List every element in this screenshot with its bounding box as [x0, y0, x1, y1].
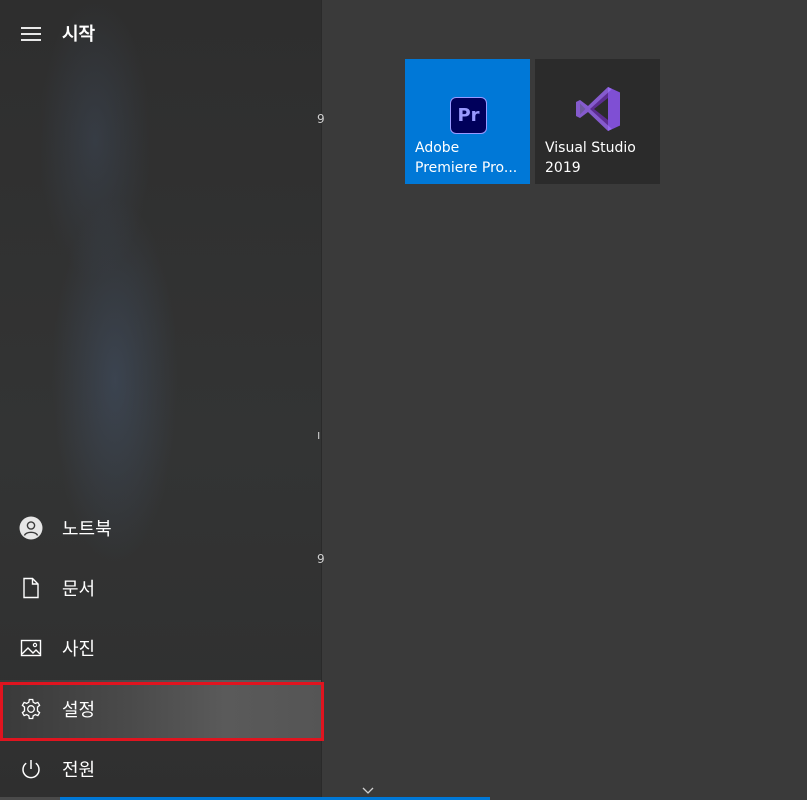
app-list-edge-glyph: 9: [317, 552, 325, 566]
chevron-down-icon[interactable]: [361, 785, 375, 797]
nav-item-settings[interactable]: 설정: [0, 680, 321, 738]
tile-label: Visual Studio 2019: [545, 140, 636, 176]
nav-item-label: 전원: [62, 760, 96, 781]
nav-item-power[interactable]: 전원: [0, 740, 321, 798]
document-icon: [19, 576, 43, 600]
nav-item-label: 노트북: [62, 519, 112, 540]
premiere-pro-icon: Pr: [450, 97, 487, 134]
nav-item-account[interactable]: 노트북: [0, 499, 321, 557]
nav-item-label: 설정: [62, 700, 96, 721]
nav-item-documents[interactable]: 문서: [0, 559, 321, 617]
power-icon: [19, 757, 43, 781]
user-account-icon: [19, 516, 43, 540]
gear-icon: [19, 697, 43, 721]
app-list-edge-glyph: 9: [317, 112, 325, 126]
hamburger-menu-icon[interactable]: [21, 27, 41, 41]
nav-item-label: 사진: [62, 639, 96, 660]
nav-item-pictures[interactable]: 사진: [0, 619, 321, 677]
visual-studio-icon: [576, 87, 620, 131]
nav-item-label: 문서: [62, 579, 96, 600]
start-nav-pane: 시작 노트북 문서 사진 설정 전원: [0, 0, 322, 800]
tile-adobe-premiere-pro[interactable]: Pr Adobe Premiere Pro...: [405, 59, 530, 184]
start-title: 시작: [62, 24, 96, 45]
tile-label: Adobe Premiere Pro...: [415, 140, 518, 176]
start-menu: 시작 노트북 문서 사진 설정 전원 9 ı 9 Pr Adobe Premie…: [0, 0, 807, 800]
app-list-edge-glyph: ı: [317, 428, 321, 442]
pictures-icon: [19, 636, 43, 660]
tile-visual-studio-2019[interactable]: Visual Studio 2019: [535, 59, 660, 184]
